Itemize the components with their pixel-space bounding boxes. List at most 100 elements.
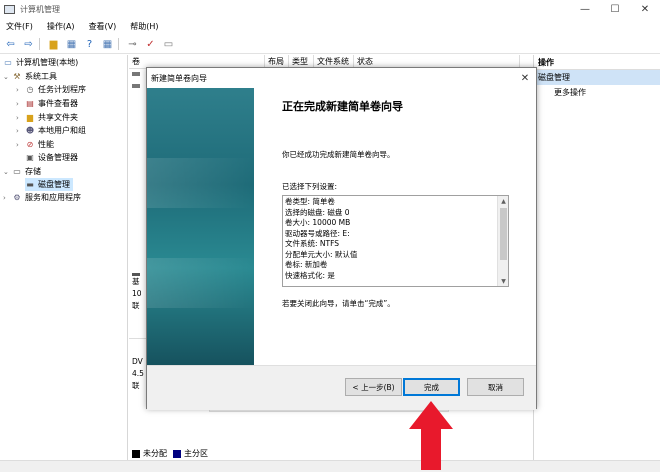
tree-item-performance[interactable]: › ⊘ 性能 (16, 138, 54, 151)
setting-line: 卷标: 新加卷 (285, 260, 328, 269)
chevron-right-icon[interactable]: › (16, 86, 25, 94)
tree-item-label: 事件查看器 (38, 99, 78, 108)
tree-item-shared-folders[interactable]: › ▆ 共享文件夹 (16, 111, 78, 124)
back-arrow-icon[interactable]: ⇦ (3, 38, 18, 51)
wizard-footer: < 上一步(B) 完成 取消 (147, 365, 536, 410)
close-button[interactable]: ✕ (630, 0, 660, 18)
forward-arrow-icon[interactable]: ⇨ (21, 38, 36, 51)
disk-0-header: 基 10 联 (132, 269, 144, 329)
event-viewer-icon: ▤ (26, 99, 34, 108)
tree-item-label: 计算机管理(本地) (16, 58, 79, 67)
chevron-right-icon[interactable]: › (16, 141, 25, 149)
disk-0-state: 联 (132, 301, 140, 310)
tree-item-storage[interactable]: ⌄ ▭ 存储 (3, 165, 41, 178)
minimize-button[interactable]: — (570, 0, 600, 18)
more-actions-link[interactable]: 更多操作 (534, 85, 660, 100)
tree-item-services[interactable]: › ⚙ 服务和应用程序 (3, 191, 81, 204)
window-title: 计算机管理 (20, 4, 60, 14)
chevron-right-icon[interactable]: › (16, 127, 25, 135)
selected-settings-title: 已选择下列设置: (282, 182, 338, 191)
legend-unallocated-swatch (132, 449, 140, 458)
back-button[interactable]: < 上一步(B) (345, 378, 402, 396)
wizard-close-icon[interactable]: ✕ (518, 71, 532, 85)
close-hint: 若要关闭此向导，请单击“完成”。 (282, 299, 395, 308)
settings-summary-box[interactable]: 卷类型: 简单卷 选择的磁盘: 磁盘 0 卷大小: 10000 MB 驱动器号或… (282, 195, 509, 287)
up-folder-icon[interactable]: ▆ (46, 38, 61, 51)
wizard-heading: 正在完成新建简单卷向导 (282, 100, 403, 113)
tree-item-task-scheduler[interactable]: › ◷ 任务计划程序 (16, 83, 86, 96)
menu-bar: 文件(F) 操作(A) 查看(V) 帮助(H) (0, 19, 660, 34)
disk-management-icon: ▬ (26, 180, 34, 189)
setting-line: 分配单元大小: 默认值 (285, 249, 358, 259)
tree-item-device-manager[interactable]: ▣ 设备管理器 (25, 151, 78, 164)
tree-item-label: 性能 (38, 140, 54, 149)
chevron-right-icon[interactable]: › (16, 100, 25, 108)
actions-pane: 操作 磁盘管理 更多操作 (533, 55, 660, 460)
menu-action[interactable]: 操作(A) (47, 21, 75, 32)
tree-item-disk-management[interactable]: ▬ 磁盘管理 (25, 178, 73, 191)
toolbar: ⇦ ⇨ ▆ ▦ ? ▦ ⊸ ✓ ▭ (0, 35, 660, 54)
scroll-thumb[interactable] (500, 208, 507, 260)
setting-line: 卷大小: 10000 MB (285, 218, 351, 227)
tree-item-label: 本地用户和组 (38, 126, 86, 135)
legend-primary-swatch (173, 449, 181, 458)
dvd-state: 联 (132, 381, 140, 390)
navigation-tree: ▭ 计算机管理(本地) ⌄ ⚒ 系统工具 › ◷ 任务计划程序 › ▤ 事件查看… (0, 55, 128, 460)
actions-section-disk-management[interactable]: 磁盘管理 (534, 70, 660, 85)
show-tree-icon[interactable]: ▦ (64, 38, 79, 51)
chevron-right-icon[interactable]: › (3, 194, 12, 202)
clock-icon: ◷ (26, 85, 34, 94)
tree-item-label: 磁盘管理 (38, 180, 70, 189)
finish-button[interactable]: 完成 (403, 378, 460, 396)
legend: 未分配 主分区 (132, 448, 208, 459)
setting-line: 驱动器号或路径: E: (285, 228, 350, 238)
scroll-down-icon[interactable]: ▼ (498, 276, 508, 286)
setting-line: 选择的磁盘: 磁盘 0 (285, 207, 350, 217)
legend-primary-label: 主分区 (184, 449, 208, 458)
volume-row-icon (132, 84, 140, 88)
shared-folder-icon: ▆ (26, 113, 34, 122)
new-simple-volume-wizard: 新建简单卷向导 ✕ 正在完成新建简单卷向导 你已经成功完成新建简单卷向导。 已选… (146, 67, 537, 410)
dvd-size: 4.5 (132, 369, 144, 378)
cancel-button[interactable]: 取消 (467, 378, 524, 396)
device-manager-icon: ▣ (26, 153, 34, 162)
settings-scrollbar[interactable]: ▲ ▼ (497, 196, 508, 286)
toolbar-separator (118, 38, 119, 50)
banner-stripe (147, 158, 254, 208)
wizard-side-banner (147, 88, 254, 365)
banner-stripe (147, 258, 254, 308)
check-icon[interactable]: ✓ (143, 38, 158, 51)
performance-icon: ⊘ (26, 140, 34, 149)
computer-icon: ▭ (4, 58, 12, 67)
tree-item-label: 存储 (25, 167, 41, 176)
setting-line: 文件系统: NTFS (285, 239, 340, 248)
computer-management-icon (4, 4, 15, 14)
chevron-right-icon[interactable]: › (16, 114, 25, 122)
tree-item-event-viewer[interactable]: › ▤ 事件查看器 (16, 97, 78, 110)
connect-icon[interactable]: ⊸ (125, 38, 140, 51)
menu-help[interactable]: 帮助(H) (130, 21, 158, 32)
menu-file[interactable]: 文件(F) (6, 21, 33, 32)
red-arrow-icon (409, 401, 453, 470)
setting-line: 卷类型: 简单卷 (285, 197, 335, 206)
tree-item-local-users[interactable]: › ☻ 本地用户和组 (16, 124, 86, 137)
help-icon[interactable]: ? (82, 38, 97, 51)
actions-header: 操作 (534, 55, 660, 70)
users-icon: ☻ (25, 126, 35, 135)
disk-0-label: 基 (132, 277, 140, 286)
scroll-up-icon[interactable]: ▲ (498, 196, 508, 206)
maximize-button[interactable]: ☐ (600, 0, 630, 18)
chevron-down-icon[interactable]: ⌄ (3, 73, 12, 81)
details-view-icon[interactable]: ▦ (100, 38, 115, 51)
volume-row-icon (132, 72, 140, 76)
tree-item-system-tools[interactable]: ⌄ ⚒ 系统工具 (3, 70, 57, 83)
menu-view[interactable]: 查看(V) (89, 21, 117, 32)
chevron-down-icon[interactable]: ⌄ (3, 168, 12, 176)
properties-icon[interactable]: ▭ (161, 38, 176, 51)
tools-icon: ⚒ (13, 72, 21, 81)
dvd-header: DV 4.5 联 (132, 356, 144, 396)
tree-item-root[interactable]: ▭ 计算机管理(本地) (3, 56, 78, 69)
toolbar-separator (39, 38, 40, 50)
title-bar: 计算机管理 — ☐ ✕ (0, 0, 660, 18)
dvd-label: DV (132, 357, 143, 366)
